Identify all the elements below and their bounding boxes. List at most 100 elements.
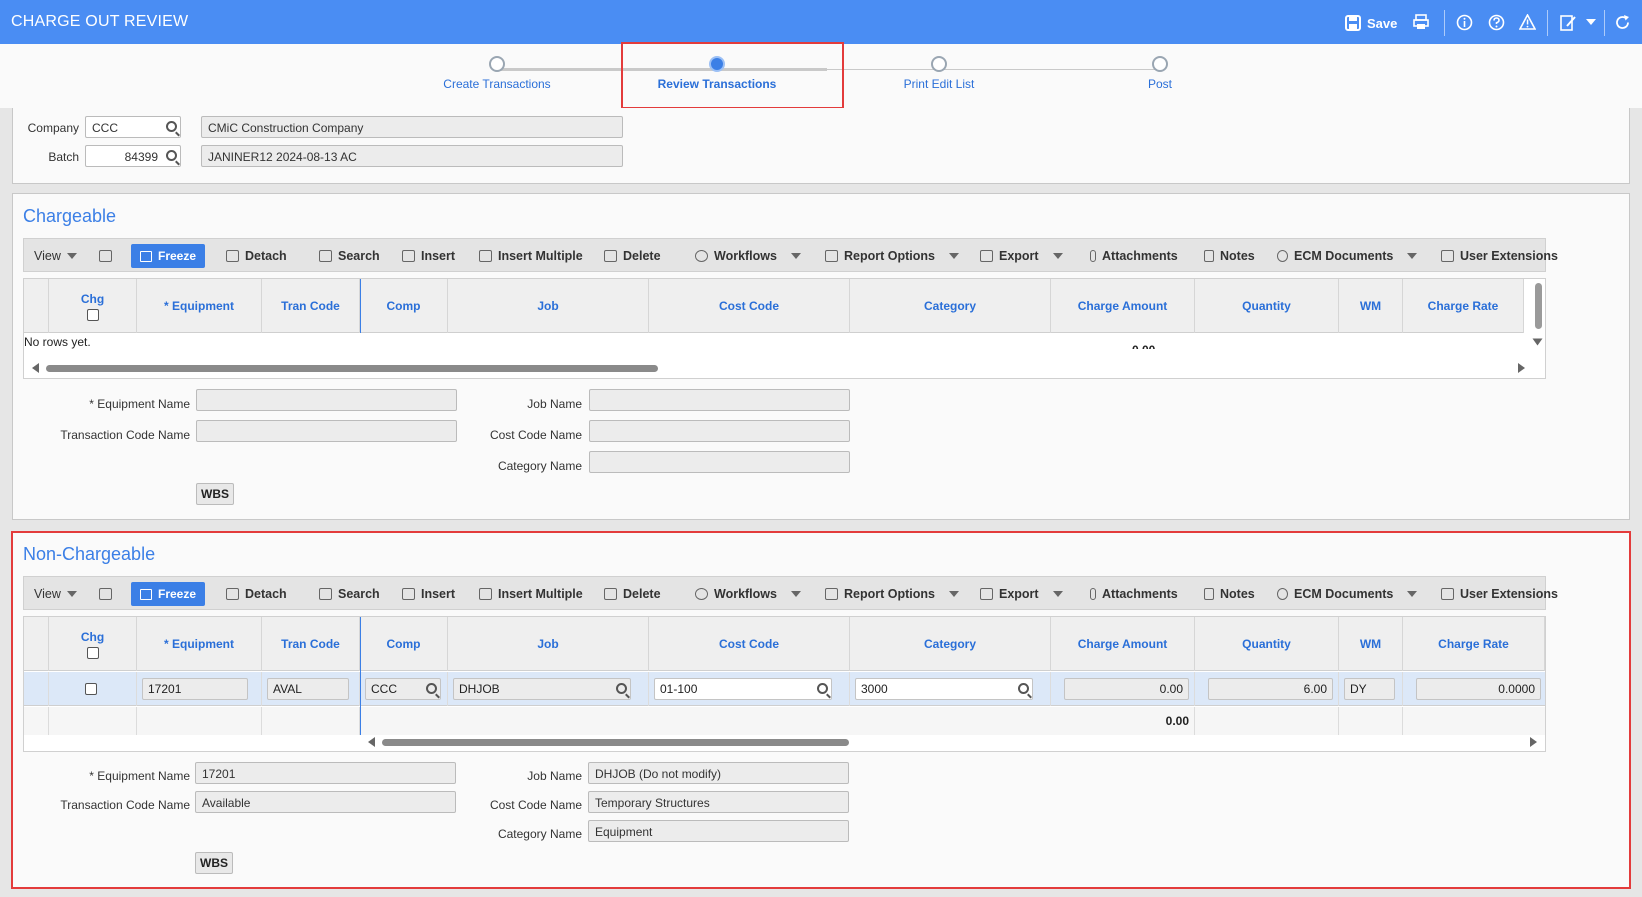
row-selector[interactable] xyxy=(24,672,49,706)
workflows-menu[interactable]: Workflows xyxy=(695,585,801,603)
detach-button[interactable]: Detach xyxy=(226,585,287,603)
col-tran-code[interactable]: Tran Code xyxy=(262,617,360,671)
equipment-input[interactable]: 17201 xyxy=(142,678,248,700)
notes-button[interactable]: Notes xyxy=(1204,585,1255,603)
search-button[interactable]: Search xyxy=(319,247,380,265)
insert-button[interactable]: Insert xyxy=(402,585,455,603)
search-icon[interactable] xyxy=(166,121,177,132)
wbs-button[interactable]: WBS xyxy=(196,483,234,505)
comp-input[interactable]: CCC xyxy=(365,678,441,700)
table-row[interactable]: 17201 AVAL CCC DHJOB 01-100 3000 0.00 6.… xyxy=(24,672,1545,706)
quantity-input[interactable]: 6.00 xyxy=(1208,678,1333,700)
col-comp[interactable]: Comp xyxy=(360,617,448,671)
ecm-documents-menu[interactable]: ECM Documents xyxy=(1277,247,1418,265)
cost-code-input[interactable]: 01-100 xyxy=(654,678,832,700)
export-menu[interactable]: Export xyxy=(980,585,1063,603)
col-wm[interactable]: WM xyxy=(1339,617,1403,671)
view-menu[interactable]: View xyxy=(34,247,77,265)
insert-button[interactable]: Insert xyxy=(402,247,455,265)
col-chg[interactable]: Chg xyxy=(49,279,137,333)
report-options-menu[interactable]: Report Options xyxy=(825,247,959,265)
tran-code-input[interactable]: AVAL xyxy=(267,678,349,700)
notes-button[interactable]: Notes xyxy=(1204,247,1255,265)
charge-amount-input[interactable]: 0.00 xyxy=(1064,678,1189,700)
vertical-scrollbar[interactable] xyxy=(1535,283,1542,329)
user-extensions-button[interactable]: User Extensions xyxy=(1441,585,1558,603)
col-chg[interactable]: Chg xyxy=(49,617,137,671)
info-icon[interactable] xyxy=(1456,14,1473,31)
attachments-button[interactable]: Attachments xyxy=(1090,585,1178,603)
view-menu[interactable]: View xyxy=(34,585,77,603)
col-charge-rate[interactable]: Charge Rate xyxy=(1403,617,1545,671)
job-input[interactable]: DHJOB xyxy=(453,678,631,700)
col-quantity[interactable]: Quantity xyxy=(1195,279,1339,333)
select-all-checkbox[interactable] xyxy=(86,646,99,659)
chevron-down-icon[interactable] xyxy=(1586,19,1596,26)
refresh-icon[interactable] xyxy=(1614,14,1631,31)
wizard-step-post[interactable]: Post xyxy=(1070,56,1250,91)
col-charge-amount[interactable]: Charge Amount xyxy=(1051,617,1195,671)
search-icon[interactable] xyxy=(616,683,627,694)
detach-button[interactable]: Detach xyxy=(226,247,287,265)
col-cost-code[interactable]: Cost Code xyxy=(649,617,850,671)
search-icon[interactable] xyxy=(166,150,177,161)
scroll-right-arrow[interactable] xyxy=(1530,737,1537,747)
insert-multiple-button[interactable]: Insert Multiple xyxy=(479,247,583,265)
wizard-step-print-edit-list[interactable]: Print Edit List xyxy=(849,56,1029,91)
scrollbar-thumb[interactable] xyxy=(382,739,849,746)
col-category[interactable]: Category xyxy=(850,279,1051,333)
insert-multiple-button[interactable]: Insert Multiple xyxy=(479,585,583,603)
edit-form-icon[interactable] xyxy=(1560,14,1577,31)
select-all-checkbox[interactable] xyxy=(86,308,99,321)
delete-button[interactable]: Delete xyxy=(604,247,661,265)
export-menu[interactable]: Export xyxy=(980,247,1063,265)
category-input[interactable]: 3000 xyxy=(855,678,1033,700)
scrollbar-thumb[interactable] xyxy=(46,365,658,372)
search-icon[interactable] xyxy=(817,683,828,694)
wizard-step-create-transactions[interactable]: Create Transactions xyxy=(407,56,587,91)
horizontal-scrollbar[interactable] xyxy=(360,735,1545,749)
freeze-icon xyxy=(139,588,152,600)
scroll-down-arrow[interactable] xyxy=(1532,338,1543,346)
wm-input[interactable]: DY xyxy=(1344,678,1395,700)
print-icon[interactable] xyxy=(1413,14,1429,30)
ecm-documents-menu[interactable]: ECM Documents xyxy=(1277,585,1418,603)
col-quantity[interactable]: Quantity xyxy=(1195,617,1339,671)
col-tran-code[interactable]: Tran Code xyxy=(262,279,360,333)
attachments-button[interactable]: Attachments xyxy=(1090,247,1178,265)
wbs-button[interactable]: WBS xyxy=(195,852,233,874)
save-button[interactable]: Save xyxy=(1345,12,1397,34)
user-extensions-button[interactable]: User Extensions xyxy=(1441,247,1558,265)
batch-field[interactable]: 84399 xyxy=(85,145,181,167)
delete-button[interactable]: Delete xyxy=(604,585,661,603)
horizontal-scrollbar[interactable] xyxy=(24,361,1545,375)
scroll-left-arrow[interactable] xyxy=(368,737,375,747)
col-charge-amount[interactable]: Charge Amount xyxy=(1051,279,1195,333)
scroll-left-arrow[interactable] xyxy=(32,363,39,373)
col-category[interactable]: Category xyxy=(850,617,1051,671)
freeze-button[interactable]: Freeze xyxy=(131,582,205,606)
col-job[interactable]: Job xyxy=(448,617,649,671)
scroll-right-arrow[interactable] xyxy=(1518,363,1525,373)
workflows-menu[interactable]: Workflows xyxy=(695,247,801,265)
layout-icon-button[interactable] xyxy=(99,247,118,265)
help-icon[interactable] xyxy=(1488,14,1505,31)
report-options-menu[interactable]: Report Options xyxy=(825,585,959,603)
charge-rate-input[interactable]: 0.0000 xyxy=(1416,678,1541,700)
company-field[interactable]: CCC xyxy=(85,116,181,138)
col-equipment[interactable]: * Equipment xyxy=(137,279,262,333)
search-button[interactable]: Search xyxy=(319,585,380,603)
col-charge-rate[interactable]: Charge Rate xyxy=(1403,279,1524,333)
col-wm[interactable]: WM xyxy=(1339,279,1403,333)
search-icon[interactable] xyxy=(426,683,437,694)
col-comp[interactable]: Comp xyxy=(360,279,448,333)
warning-icon[interactable] xyxy=(1519,14,1536,30)
col-cost-code[interactable]: Cost Code xyxy=(649,279,850,333)
chg-checkbox[interactable] xyxy=(84,683,97,695)
col-job[interactable]: Job xyxy=(448,279,649,333)
search-icon[interactable] xyxy=(1018,683,1029,694)
freeze-button[interactable]: Freeze xyxy=(131,244,205,268)
col-equipment[interactable]: * Equipment xyxy=(137,617,262,671)
wizard-step-review-transactions[interactable]: Review Transactions xyxy=(627,56,807,91)
layout-icon-button[interactable] xyxy=(99,585,118,603)
